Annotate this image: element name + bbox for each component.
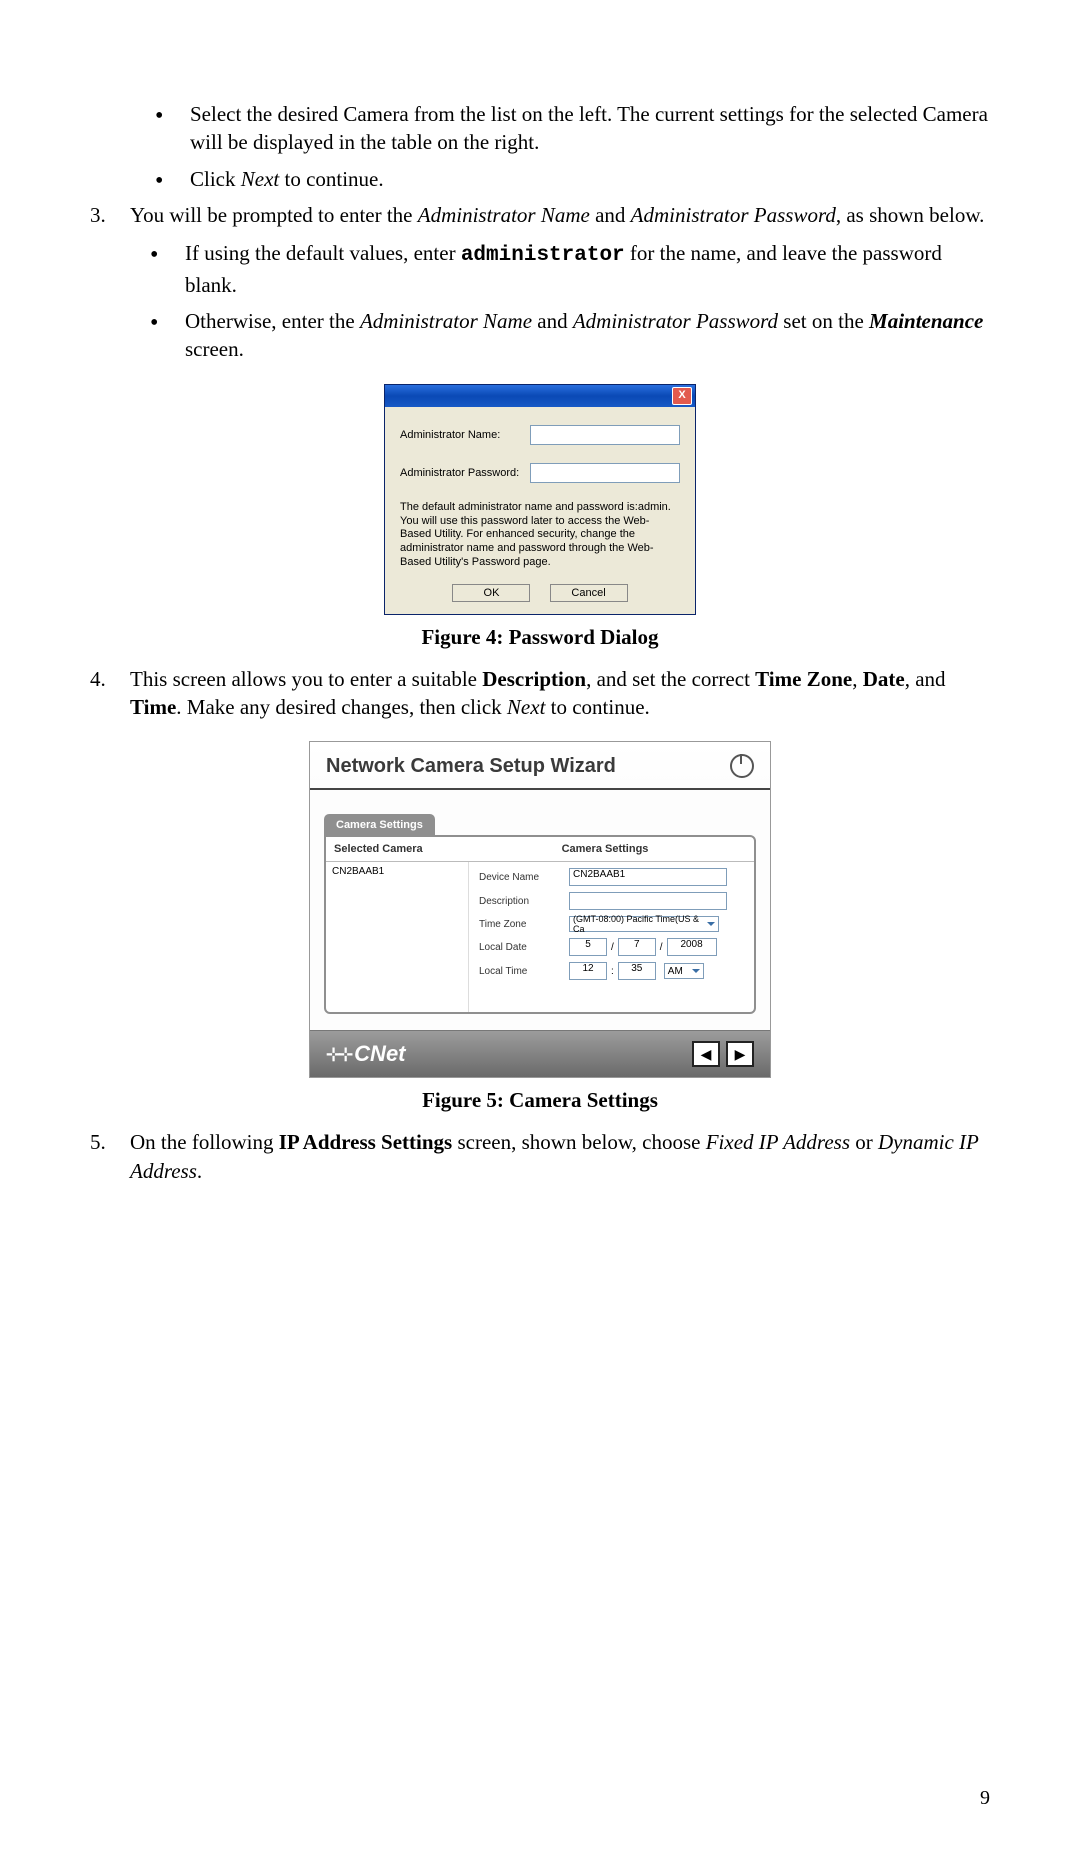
date-year-input[interactable]: 2008	[667, 938, 717, 956]
dialog-note-text: The default administrator name and passw…	[400, 501, 680, 570]
chevron-left-icon: ◀	[701, 1047, 712, 1061]
prev-button[interactable]: ◀	[692, 1041, 720, 1067]
device-name-label: Device Name	[479, 872, 569, 883]
figure-4-caption: Figure 4: Password Dialog	[90, 625, 990, 650]
ok-button[interactable]: OK	[452, 584, 530, 602]
cnet-logo: ⊹⊹ CNet	[326, 1041, 406, 1067]
bullet-item: If using the default values, enter admin…	[145, 239, 990, 299]
local-date-label: Local Date	[479, 942, 569, 953]
date-day-input[interactable]: 7	[618, 938, 656, 956]
time-ampm-select[interactable]: AM	[664, 963, 704, 979]
device-name-input[interactable]: CN2BAAB1	[569, 868, 727, 886]
bullet-item: Click Next to continue.	[150, 165, 990, 193]
step-3: 3. You will be prompted to enter the Adm…	[90, 201, 990, 364]
timezone-label: Time Zone	[479, 919, 569, 930]
chevron-right-icon: ▶	[735, 1047, 746, 1061]
cancel-button[interactable]: Cancel	[550, 584, 628, 602]
local-time-label: Local Time	[479, 966, 569, 977]
next-button[interactable]: ▶	[726, 1041, 754, 1067]
column-selected-camera: Selected Camera	[334, 843, 464, 855]
column-camera-settings: Camera Settings	[464, 843, 746, 855]
admin-password-input[interactable]	[530, 463, 680, 483]
dialog-titlebar: X	[385, 385, 695, 407]
time-min-input[interactable]: 35	[618, 962, 656, 980]
date-month-input[interactable]: 5	[569, 938, 607, 956]
description-input[interactable]	[569, 892, 727, 910]
wizard-title: Network Camera Setup Wizard	[326, 755, 616, 778]
page-number: 9	[980, 1787, 990, 1810]
power-icon[interactable]	[730, 754, 754, 778]
password-dialog: X Administrator Name: Administrator Pass…	[384, 384, 696, 615]
close-icon: X	[678, 390, 685, 401]
camera-setup-wizard: Network Camera Setup Wizard Camera Setti…	[309, 741, 771, 1078]
bullet-item: Select the desired Camera from the list …	[150, 100, 990, 157]
bullet-item: Otherwise, enter the Administrator Name …	[145, 307, 990, 364]
logo-icon: ⊹⊹	[326, 1044, 350, 1065]
admin-name-input[interactable]	[530, 425, 680, 445]
admin-password-label: Administrator Password:	[400, 467, 530, 479]
close-button[interactable]: X	[672, 387, 692, 405]
timezone-select[interactable]: (GMT-08:00) Pacific Time(US & Ca	[569, 916, 719, 932]
description-label: Description	[479, 896, 569, 907]
time-hour-input[interactable]: 12	[569, 962, 607, 980]
admin-name-label: Administrator Name:	[400, 429, 530, 441]
bullet-list-top: Select the desired Camera from the list …	[150, 100, 990, 193]
figure-5-caption: Figure 5: Camera Settings	[90, 1088, 990, 1113]
step-5: 5. On the following IP Address Settings …	[90, 1128, 990, 1185]
step-4: 4. This screen allows you to enter a sui…	[90, 665, 990, 722]
tab-camera-settings[interactable]: Camera Settings	[324, 814, 435, 835]
camera-list-item[interactable]: CN2BAAB1	[332, 866, 462, 877]
